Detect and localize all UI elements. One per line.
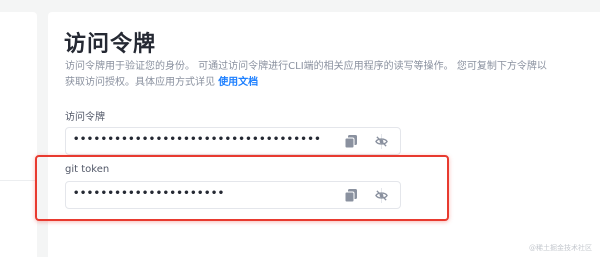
access-token-value: •••••••••••••••••••••••••••••••••••• [73, 134, 322, 145]
access-token-label: 访问令牌 [65, 112, 105, 123]
copy-icon[interactable] [345, 135, 357, 148]
sidebar-divider [0, 180, 37, 181]
page-description: 访问令牌用于验证您的身份。 可通过访问令牌进行CLI端的相关应用程序的读写等操作… [65, 59, 555, 91]
eye-off-icon[interactable] [375, 135, 388, 148]
access-token-field[interactable]: •••••••••••••••••••••••••••••••••••• [65, 127, 401, 155]
highlight-annotation-box [35, 155, 449, 221]
watermark: @稀土掘金技术社区 [529, 244, 592, 252]
page-title: 访问令牌 [64, 32, 157, 57]
doc-link[interactable]: 使用文档 [218, 77, 258, 88]
sidebar-panel [0, 12, 37, 257]
description-text: 访问令牌用于验证您的身份。 可通过访问令牌进行CLI端的相关应用程序的读写等操作… [65, 61, 547, 88]
